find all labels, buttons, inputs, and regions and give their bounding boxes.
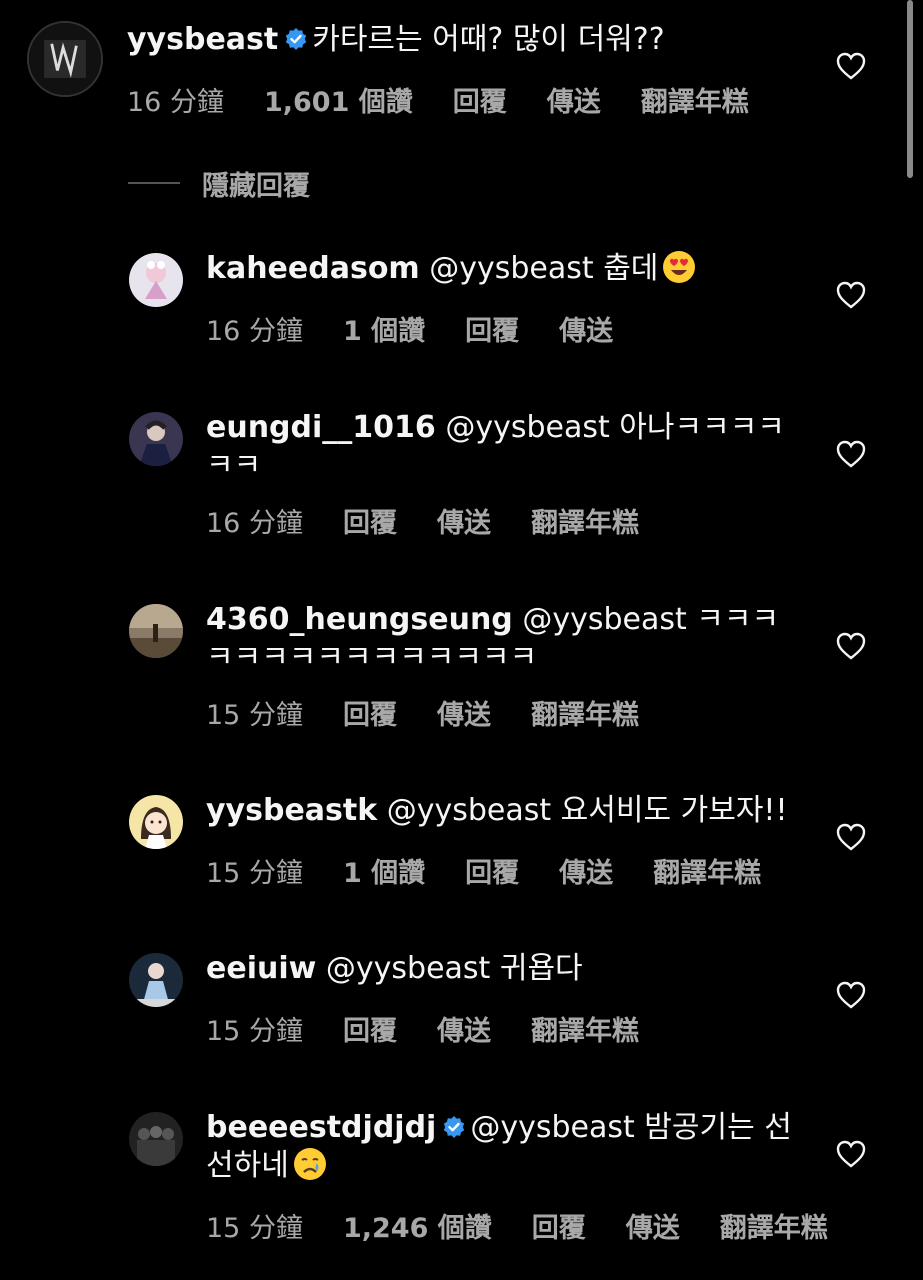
translate-button[interactable]: 翻譯年糕 — [641, 80, 749, 119]
timestamp: 15 分鐘 — [206, 1016, 303, 1047]
reply-button[interactable]: 回覆 — [532, 1206, 586, 1245]
comment-text: kaheedasom @yysbeast 춥데 — [206, 250, 806, 288]
comment-body: @yysbeast 요서비도 가보자!! — [386, 793, 788, 828]
timestamp: 15 分鐘 — [206, 858, 303, 889]
username[interactable]: yysbeast — [127, 22, 278, 57]
username[interactable]: eeiuiw — [206, 951, 316, 986]
send-button[interactable]: 傳送 — [559, 851, 613, 890]
translate-button[interactable]: 翻譯年糕 — [531, 1009, 639, 1048]
comment-actions: 16 分鐘 回覆 傳送 翻譯年糕 — [206, 501, 679, 540]
comment-body: @yysbeast 춥데 — [429, 251, 659, 286]
heart-icon[interactable] — [836, 52, 866, 80]
timestamp: 15 分鐘 — [206, 1213, 303, 1244]
avatar[interactable] — [129, 253, 183, 307]
translate-button[interactable]: 翻譯年糕 — [720, 1206, 828, 1245]
timestamp: 16 分鐘 — [127, 87, 224, 118]
reply-button[interactable]: 回覆 — [343, 501, 397, 540]
timestamp: 16 分鐘 — [206, 508, 303, 539]
comment-text: eeiuiw @yysbeast 귀욥다 — [206, 950, 806, 988]
comment-actions: 15 分鐘 回覆 傳送 翻譯年糕 — [206, 693, 679, 732]
send-button[interactable]: 傳送 — [559, 309, 613, 348]
reply-button[interactable]: 回覆 — [453, 80, 507, 119]
verified-badge-icon — [444, 1116, 465, 1138]
reply-button[interactable]: 回覆 — [343, 1009, 397, 1048]
scrollbar[interactable] — [907, 0, 913, 178]
send-button[interactable]: 傳送 — [626, 1206, 680, 1245]
heart-icon[interactable] — [836, 440, 866, 468]
avatar[interactable] — [129, 795, 183, 849]
heart-icon[interactable] — [836, 1140, 866, 1168]
comment-text: eungdi__1016 @yysbeast 아나ㅋㅋㅋㅋㅋㅋ — [206, 409, 806, 485]
avatar[interactable] — [129, 604, 183, 658]
reply-button[interactable]: 回覆 — [465, 309, 519, 348]
username[interactable]: yysbeastk — [206, 793, 377, 828]
send-button[interactable]: 傳送 — [437, 501, 491, 540]
comment-body: 카타르는 어때? 많이 더워?? — [312, 22, 665, 57]
translate-button[interactable]: 翻譯年糕 — [531, 693, 639, 732]
reply-button[interactable]: 回覆 — [343, 693, 397, 732]
comment-text: 4360_heungseung @yysbeast ㅋㅋㅋㅋㅋㅋㅋㅋㅋㅋㅋㅋㅋㅋ… — [206, 601, 806, 677]
likes-count[interactable]: 1,601 個讚 — [264, 80, 413, 119]
comment-actions: 16 分鐘 1,601 個讚 回覆 傳送 翻譯年糕 — [127, 80, 789, 119]
comment-text: yysbeast 카타르는 어때? 많이 더워?? — [127, 21, 817, 59]
timestamp: 16 分鐘 — [206, 316, 303, 347]
reply-button[interactable]: 回覆 — [465, 851, 519, 890]
verified-badge-icon — [286, 28, 307, 50]
username[interactable]: 4360_heungseung — [206, 602, 513, 637]
comment-actions: 15 分鐘 1,246 個讚 回覆 傳送 翻譯年糕 — [206, 1206, 868, 1245]
translate-button[interactable]: 翻譯年糕 — [531, 501, 639, 540]
hide-replies-label: 隱藏回覆 — [202, 170, 310, 202]
heart-icon[interactable] — [836, 981, 866, 1009]
send-button[interactable]: 傳送 — [547, 80, 601, 119]
likes-count[interactable]: 1,246 個讚 — [343, 1206, 492, 1245]
username[interactable]: beeeestdjdjdj — [206, 1110, 436, 1145]
username[interactable]: kaheedasom — [206, 251, 420, 286]
avatar[interactable] — [27, 21, 103, 97]
send-button[interactable]: 傳送 — [437, 1009, 491, 1048]
avatar[interactable] — [129, 953, 183, 1007]
divider — [128, 182, 180, 184]
send-button[interactable]: 傳送 — [437, 693, 491, 732]
heart-icon[interactable] — [836, 632, 866, 660]
comment-text: yysbeastk @yysbeast 요서비도 가보자!! — [206, 792, 846, 830]
heart-icon[interactable] — [836, 823, 866, 851]
comment-body: @yysbeast 귀욥다 — [325, 951, 583, 986]
hide-replies-button[interactable]: 隱藏回覆 — [128, 166, 310, 202]
likes-count[interactable]: 1 個讚 — [343, 851, 425, 890]
comment-actions: 15 分鐘 回覆 傳送 翻譯年糕 — [206, 1009, 679, 1048]
timestamp: 15 分鐘 — [206, 700, 303, 731]
avatar[interactable] — [129, 412, 183, 466]
comment-text: beeeestdjdjdj @yysbeast 밤공기는 선선하네 — [206, 1109, 806, 1185]
likes-count[interactable]: 1 個讚 — [343, 309, 425, 348]
crying-face-emoji-icon — [293, 1148, 326, 1180]
comment-actions: 15 分鐘 1 個讚 回覆 傳送 翻譯年糕 — [206, 851, 801, 890]
username[interactable]: eungdi__1016 — [206, 410, 436, 445]
comment-actions: 16 分鐘 1 個讚 回覆 傳送 — [206, 309, 653, 348]
heart-icon[interactable] — [836, 281, 866, 309]
avatar[interactable] — [129, 1112, 183, 1166]
heart-eyes-emoji-icon — [663, 251, 696, 283]
translate-button[interactable]: 翻譯年糕 — [653, 851, 761, 890]
